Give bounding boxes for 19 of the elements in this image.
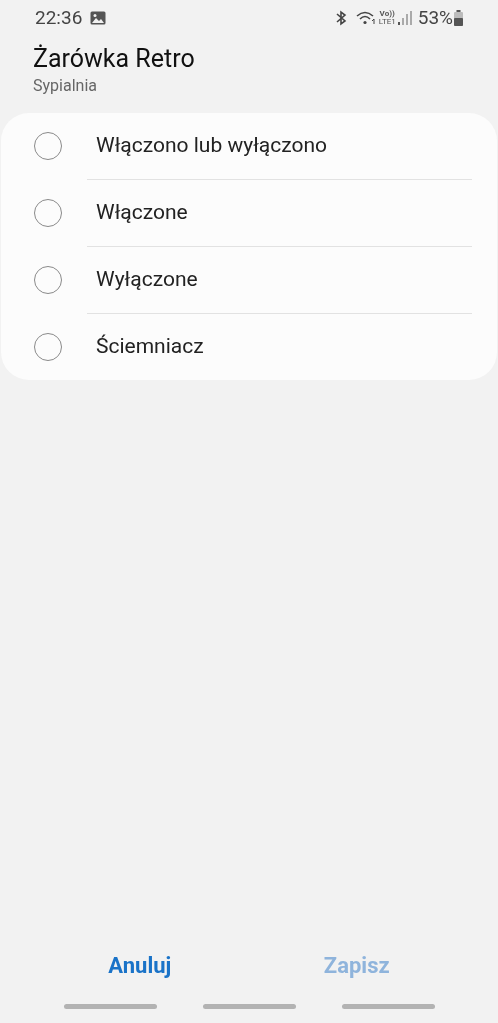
network-type-label: LTE1	[378, 18, 396, 26]
status-time: 22:36	[35, 4, 83, 31]
radio-option[interactable]: Ściemniacz	[1, 314, 497, 380]
option-label: Wyłączone	[96, 266, 198, 294]
wifi-icon	[355, 10, 376, 26]
volte-label: Vo))	[379, 10, 395, 18]
radio-option[interactable]: Włączono lub wyłączono	[1, 113, 497, 179]
battery-percent: 53%	[417, 4, 453, 31]
signal-icon	[397, 11, 412, 25]
radio-option[interactable]: Wyłączone	[1, 247, 497, 313]
option-label: Włączone	[96, 199, 188, 227]
image-icon	[90, 11, 107, 25]
option-label: Ściemniacz	[96, 333, 204, 361]
room-subtitle: Sypialnia	[33, 75, 98, 97]
option-label: Włączono lub wyłączono	[96, 132, 328, 160]
battery-icon	[454, 10, 463, 26]
device-title: Żarówka Retro	[33, 43, 196, 75]
radio-option[interactable]: Włączone	[1, 180, 497, 246]
dialog-button[interactable]: Anuluj	[102, 948, 178, 982]
